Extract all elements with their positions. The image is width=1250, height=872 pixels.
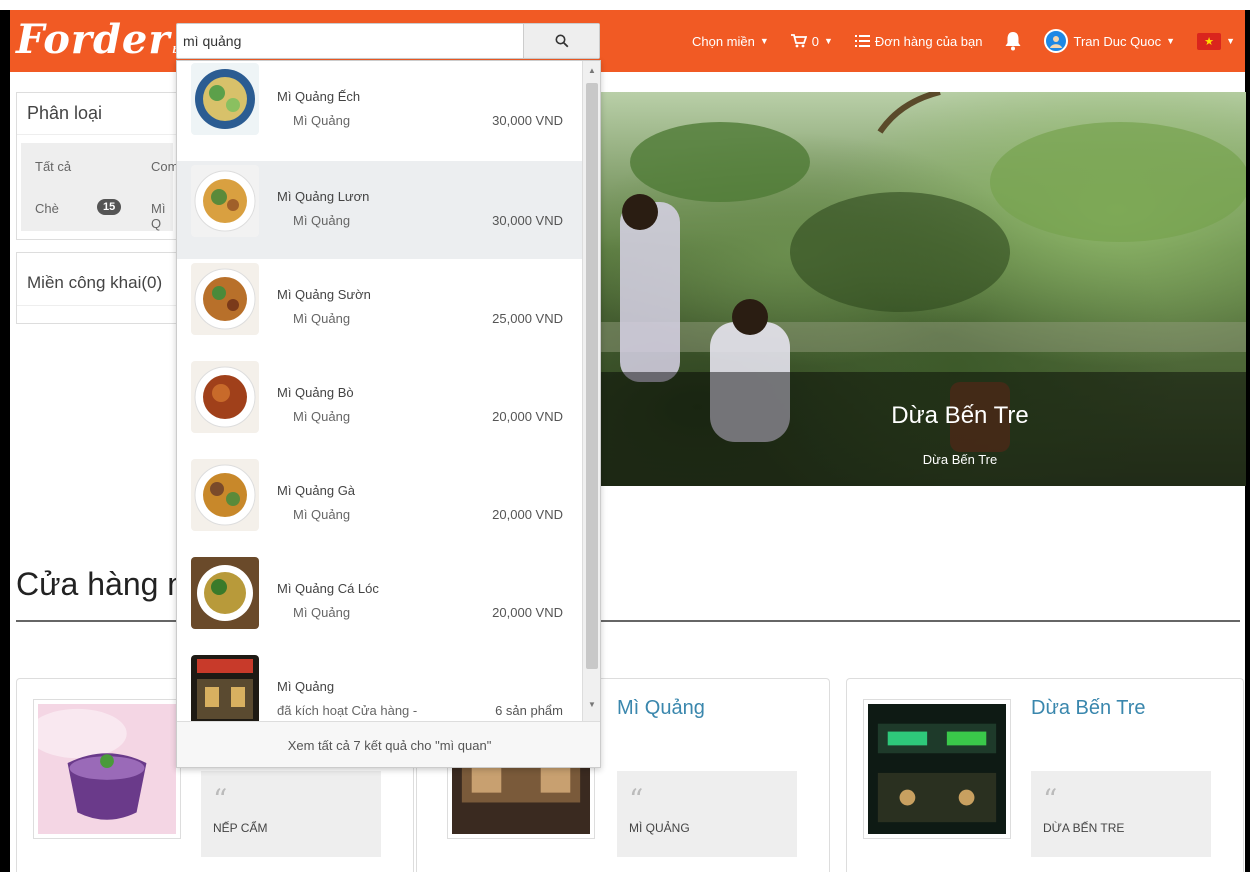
store-quote: “ MÌ QUẢNG [617, 771, 797, 857]
public-region-panel: Miền công khai(0) [16, 252, 178, 324]
public-region-title[interactable]: Miền công khai(0) [17, 253, 177, 306]
result-category: Mì Quảng [293, 213, 351, 228]
category-count-badge: 15 [97, 199, 122, 215]
quote-icon: “ [1043, 783, 1058, 816]
header-nav: Chọn miền ▼ 0 ▼ Đơn hàng của bạn Tran Du… [670, 10, 1235, 72]
result-thumbnail [191, 263, 259, 335]
vietnam-flag-icon: ★ [1197, 32, 1222, 50]
result-thumbnail [191, 557, 259, 629]
list-icon [854, 34, 870, 47]
result-name: Mì Quảng Lươn [277, 189, 370, 204]
result-name: Mì Quảng [277, 679, 335, 694]
store-card[interactable]: Dừa Bến Tre “ DỪA BẾN TRE [846, 678, 1244, 872]
result-name: Mì Quảng Cá Lóc [277, 581, 379, 596]
category-item[interactable]: Tất cả [35, 159, 71, 174]
result-price: 20,000 VND [492, 605, 563, 620]
category-item[interactable]: Com [151, 159, 178, 174]
search-suggestions-dropdown: Mì Quảng Ếch Mì Quảng 30,000 VND Mì Quản… [176, 60, 601, 768]
cart-icon [790, 34, 807, 48]
result-name: Mì Quảng Ếch [277, 89, 361, 104]
result-category: Mì Quảng [293, 605, 351, 620]
result-price: 25,000 VND [492, 311, 563, 326]
search-result-item[interactable]: Mì Quảng Gà Mì Quảng 20,000 VND [177, 455, 583, 553]
result-price: 20,000 VND [492, 409, 563, 424]
result-category: Mì Quảng [293, 507, 351, 522]
language-dropdown[interactable]: ★ ▼ [1197, 32, 1235, 50]
orders-link[interactable]: Đơn hàng của bạn [854, 34, 982, 49]
result-thumbnail [191, 63, 259, 135]
scroll-down-icon[interactable]: ▼ [583, 697, 600, 713]
search-result-item[interactable]: Mì Quảng Ếch Mì Quảng 30,000 VND [177, 61, 583, 159]
store-quote-text: NẾP CẨM [213, 821, 268, 835]
see-all-results-link[interactable]: Xem tất cả 7 kết quả cho "mì quan" [177, 721, 600, 767]
search-result-item[interactable]: Mì Quảng Bò Mì Quảng 20,000 VND [177, 357, 583, 455]
store-image[interactable] [28, 699, 181, 839]
result-category: Mì Quảng [293, 409, 351, 424]
result-thumbnail [191, 165, 259, 237]
store-quote: “ DỪA BẾN TRE [1031, 771, 1211, 857]
user-icon [1050, 36, 1063, 48]
store-name[interactable]: Dừa Bến Tre [1031, 697, 1146, 720]
scroll-up-icon[interactable]: ▲ [583, 63, 600, 79]
store-photo [28, 704, 176, 834]
forder-logo[interactable]: Forderbeta [16, 16, 198, 63]
caret-down-icon: ▼ [824, 36, 833, 46]
result-name: Mì Quảng Sườn [277, 287, 371, 302]
user-dropdown[interactable]: Tran Duc Quoc ▼ [1044, 29, 1175, 53]
category-item[interactable]: Mì Q [151, 201, 173, 231]
notifications-button[interactable] [1004, 31, 1022, 51]
store-quote-text: MÌ QUẢNG [629, 821, 690, 835]
result-name: Mì Quảng Bò [277, 385, 354, 400]
store-photo [868, 704, 1006, 834]
search-result-item[interactable]: Mì Quảng Sườn Mì Quảng 25,000 VND [177, 259, 583, 357]
caret-down-icon: ▼ [759, 36, 769, 46]
result-name: Mì Quảng Gà [277, 483, 356, 498]
result-category: Mì Quảng [293, 311, 351, 326]
result-thumbnail [191, 655, 259, 727]
quote-icon: “ [213, 783, 228, 816]
quote-icon: “ [629, 783, 644, 816]
search-result-item[interactable]: Mì Quảng Lươn Mì Quảng 30,000 VND [177, 161, 583, 259]
hero-title: Dừa Bến Tre [891, 402, 1029, 429]
dropdown-scrollbar[interactable]: ▲ ▼ [582, 61, 600, 721]
category-title: Phân loại [17, 93, 177, 135]
cart-dropdown[interactable]: 0 ▼ [790, 33, 833, 49]
hero-subtitle: Dừa Bến Tre [922, 452, 998, 467]
caret-down-icon: ▼ [1226, 36, 1235, 46]
category-item[interactable]: Chè [35, 201, 59, 216]
search-icon [555, 34, 568, 48]
store-name[interactable]: Mì Quảng [617, 697, 705, 720]
region-dropdown[interactable]: Chọn miền ▼ [692, 34, 769, 49]
search-button[interactable] [523, 24, 599, 58]
result-category: đã kích hoạt Cửa hàng - [277, 703, 418, 718]
avatar [1044, 29, 1069, 53]
store-quote: “ NẾP CẨM [201, 771, 381, 857]
result-price: 20,000 VND [492, 507, 563, 522]
bell-icon [1005, 32, 1021, 51]
result-category: Mì Quảng [293, 113, 351, 128]
search-input[interactable] [177, 24, 523, 58]
category-panel: Phân loại Tất cả Com Chè 15 Mì Q [16, 92, 178, 240]
result-thumbnail [191, 459, 259, 531]
store-image[interactable] [863, 699, 1011, 839]
caret-down-icon: ▼ [1166, 36, 1176, 46]
search-box [176, 23, 600, 59]
hero-banner[interactable]: Dừa Bến Tre Dừa Bến Tre [600, 92, 1246, 486]
store-quote-text: DỪA BẾN TRE [1043, 821, 1125, 835]
frame-top [0, 0, 1250, 10]
category-grid: Tất cả Com Chè 15 Mì Q [21, 143, 178, 231]
search-result-item[interactable]: Mì Quảng Cá Lóc Mì Quảng 20,000 VND [177, 553, 583, 651]
result-price: 30,000 VND [492, 213, 563, 228]
frame-left [0, 10, 10, 872]
cart-count: 0 [811, 33, 819, 49]
result-price: 6 sản phẩm [495, 703, 563, 718]
result-price: 30,000 VND [492, 113, 563, 128]
result-thumbnail [191, 361, 259, 433]
scrollbar-thumb[interactable] [586, 83, 598, 669]
